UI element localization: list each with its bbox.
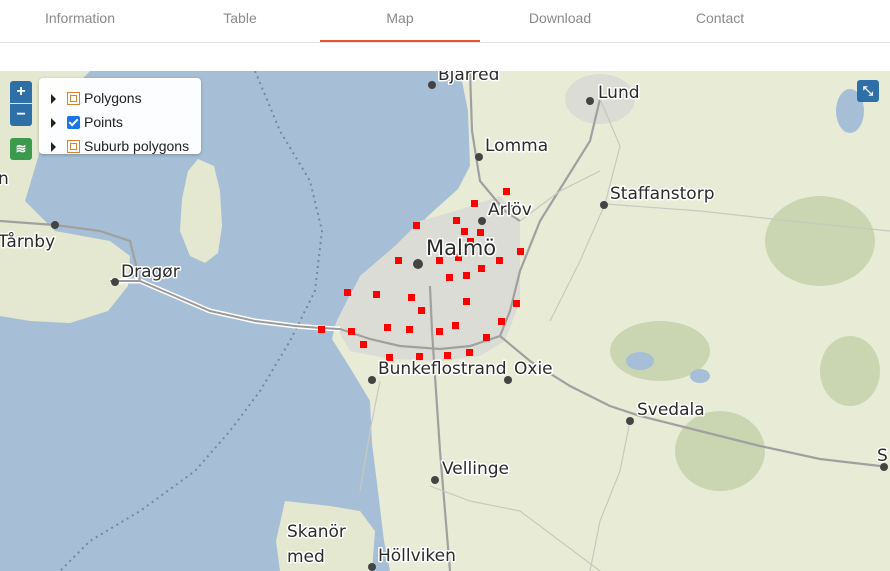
- place-label: Höllviken: [378, 546, 456, 566]
- map-view[interactable]: Bjärred Lund Lomma Staffanstorp Arlöv Ma…: [0, 71, 890, 571]
- place-label: Malmö: [426, 236, 496, 260]
- zoom-in-button[interactable]: +: [10, 81, 32, 103]
- place-label: S: [877, 446, 888, 466]
- layers-icon: ≋: [15, 141, 27, 156]
- layer-label: Points: [84, 114, 123, 130]
- tab-download[interactable]: Download: [480, 0, 640, 42]
- polygons-checkbox[interactable]: [67, 92, 80, 105]
- place-label: Bunkeflostrand: [378, 359, 507, 379]
- expand-caret-icon[interactable]: [51, 142, 56, 152]
- place-label: med: [287, 547, 325, 567]
- place-label: Tårnby: [0, 231, 55, 252]
- layer-label: Suburb polygons: [84, 138, 190, 154]
- tab-navigation: Information Table Map Download Contact: [0, 0, 890, 43]
- place-label: Svedala: [637, 400, 705, 420]
- expand-caret-icon[interactable]: [51, 118, 56, 128]
- place-label: Vellinge: [442, 459, 509, 479]
- zoom-out-button[interactable]: −: [10, 104, 32, 126]
- place-label: Bjärred: [438, 71, 499, 85]
- expand-icon: ⤡: [862, 83, 874, 98]
- tab-contact[interactable]: Contact: [640, 0, 800, 42]
- layer-row-polygons[interactable]: Polygons: [39, 87, 199, 111]
- fullscreen-button[interactable]: ⤡: [857, 80, 879, 102]
- tab-information[interactable]: Information: [0, 0, 160, 42]
- points-checkbox[interactable]: [67, 116, 80, 129]
- tab-map[interactable]: Map: [320, 0, 480, 42]
- place-label: Lomma: [485, 136, 548, 156]
- tab-table[interactable]: Table: [160, 0, 320, 42]
- place-label: Skanör: [287, 522, 346, 542]
- place-label: Lund: [598, 83, 640, 103]
- place-label: Oxie: [514, 359, 553, 379]
- layer-row-points[interactable]: Points: [39, 111, 199, 135]
- layers-button[interactable]: ≋: [10, 138, 32, 160]
- layer-row-suburb-polygons[interactable]: Suburb polygons: [39, 135, 199, 159]
- place-label: n: [0, 169, 9, 189]
- expand-caret-icon[interactable]: [51, 94, 56, 104]
- layer-label: Polygons: [84, 90, 142, 106]
- layer-switcher-panel: Polygons Points Suburb polygons: [39, 78, 201, 154]
- place-label: Staffanstorp: [610, 184, 714, 204]
- place-label: Dragør: [121, 262, 180, 282]
- place-label: Arlöv: [488, 200, 532, 220]
- suburb-polygons-checkbox[interactable]: [67, 140, 80, 153]
